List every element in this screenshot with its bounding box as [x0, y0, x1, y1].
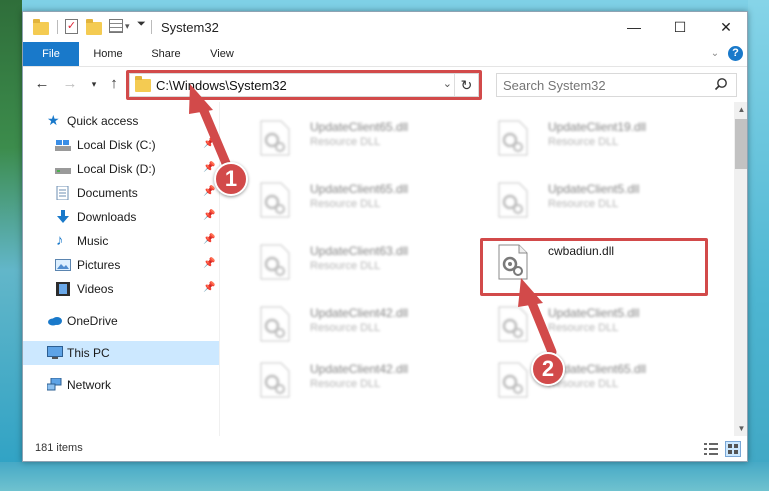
step-badge-2: 2 — [531, 352, 565, 386]
annotation-arrow-2 — [518, 278, 557, 357]
annotation-arrows — [189, 84, 557, 357]
step-badge-1: 1 — [214, 162, 248, 196]
annotation-arrow-1 — [189, 84, 233, 173]
